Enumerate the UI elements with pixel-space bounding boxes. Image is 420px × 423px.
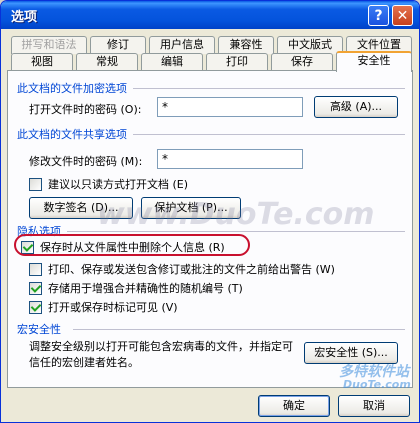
macro-description: 调整安全级别以打开可能包含宏病毒的文件，并指定可信任的宏创建者姓名。 (29, 340, 293, 369)
cancel-button[interactable]: 取消 (338, 395, 410, 417)
close-icon: ✕ (396, 7, 409, 24)
macro-security-button[interactable]: 宏安全性 (S)... (304, 342, 398, 364)
checkbox-label: 打开或保存时标记可见 (V) (48, 301, 178, 314)
checkbox-label: 保存时从文件属性中删除个人信息 (R) (40, 241, 225, 254)
tab-track-changes[interactable]: 修订 (90, 36, 146, 54)
macro-section-title: 宏安全性 (17, 323, 61, 336)
tab-print[interactable]: 打印 (206, 53, 268, 71)
help-icon: ? (374, 7, 383, 24)
close-button[interactable]: ✕ (392, 5, 413, 26)
section-divider (133, 88, 405, 89)
window-title: 选项 (11, 10, 38, 25)
section-divider (73, 329, 405, 330)
modify-password-input[interactable]: * (157, 149, 303, 169)
options-dialog: 选项 ? ✕ 拼写和语法 修订 用户信息 兼容性 中文版式 文件位置 视图 常规… (0, 0, 420, 423)
tab-general[interactable]: 常规 (76, 53, 138, 71)
share-section-title: 此文档的文件共享选项 (17, 128, 127, 141)
protect-document-button[interactable]: 保护文档 (P)... (141, 197, 241, 219)
tab-user-info[interactable]: 用户信息 (149, 36, 215, 54)
help-button[interactable]: ? (368, 5, 389, 26)
checkbox-box[interactable] (21, 240, 34, 254)
tab-edit[interactable]: 编辑 (141, 53, 203, 71)
markup-visible-checkbox[interactable]: 打开或保存时标记可见 (V) (29, 299, 178, 315)
title-bar[interactable]: 选项 ? ✕ (1, 1, 419, 29)
section-divider (133, 134, 405, 135)
checkbox-box[interactable] (29, 300, 42, 314)
checkbox-label: 存储用于增强合并精确性的随机编号 (T) (48, 282, 243, 295)
ok-button[interactable]: 确定 (258, 395, 330, 417)
checkbox-box[interactable] (29, 177, 42, 191)
checkbox-label: 打印、保存或发送包含修订或批注的文件之前给出警告 (W) (48, 263, 335, 276)
tab-security[interactable]: 安全性 (336, 51, 412, 72)
encrypt-section-title: 此文档的文件加密选项 (17, 82, 127, 95)
checkbox-box[interactable] (29, 262, 42, 276)
open-password-input[interactable]: * (157, 97, 303, 117)
store-random-number-checkbox[interactable]: 存储用于增强合并精确性的随机编号 (T) (29, 280, 243, 296)
tab-compatibility[interactable]: 兼容性 (218, 36, 274, 54)
tab-chinese-layout[interactable]: 中文版式 (277, 36, 343, 54)
open-password-label: 打开文件时的密码 (O): (29, 103, 142, 116)
tab-spelling-grammar[interactable]: 拼写和语法 (11, 36, 87, 54)
section-divider (67, 231, 405, 232)
checkbox-box[interactable] (29, 281, 42, 295)
readonly-recommended-checkbox[interactable]: 建议以只读方式打开文档 (E) (29, 176, 188, 192)
checkbox-label: 建议以只读方式打开文档 (E) (48, 178, 189, 191)
advanced-button[interactable]: 高级 (A)... (314, 96, 398, 118)
digital-signature-button[interactable]: 数字签名 (D)... (29, 197, 133, 219)
privacy-section-title: 隐私选项 (17, 225, 61, 238)
modify-password-label: 修改文件时的密码 (M): (29, 155, 143, 168)
tab-view[interactable]: 视图 (11, 53, 73, 71)
remove-personal-info-checkbox[interactable]: 保存时从文件属性中删除个人信息 (R) (21, 239, 225, 255)
warn-before-print-checkbox[interactable]: 打印、保存或发送包含修订或批注的文件之前给出警告 (W) (29, 261, 335, 277)
tab-save[interactable]: 保存 (271, 53, 333, 71)
